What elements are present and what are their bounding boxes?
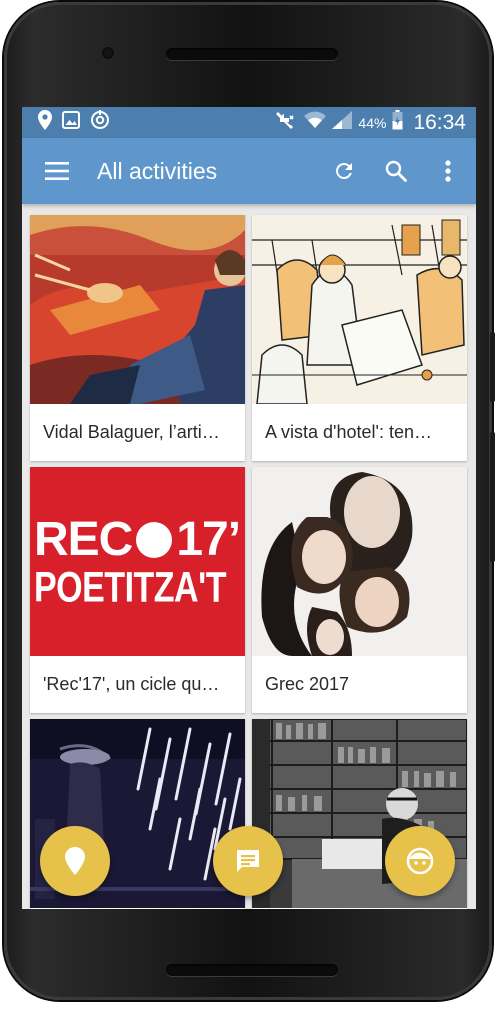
activity-title-area — [252, 908, 467, 909]
earpiece-speaker — [166, 48, 338, 60]
activity-title-area: 'Rec'17', un cicle qu… — [30, 656, 245, 713]
menu-icon — [45, 162, 69, 180]
activity-image: REC 17’ POETITZA'T — [30, 467, 245, 656]
sync-icon — [90, 110, 110, 135]
activity-image — [252, 467, 467, 656]
chat-icon — [237, 850, 259, 872]
search-button[interactable] — [374, 149, 418, 193]
activities-grid: Vidal Balaguer, l’arti… A vista d'hotel'… — [22, 204, 476, 909]
location-icon — [38, 110, 52, 135]
activity-title: A vista d'hotel': ten… — [265, 422, 432, 442]
screen: 44% 16:34 All activities Vidal Balaguer,… — [22, 107, 476, 909]
battery-percent: 44% — [358, 114, 387, 131]
power-button — [490, 332, 495, 402]
activity-title-area: Grec 2017 — [252, 656, 467, 713]
search-icon — [385, 160, 407, 182]
rec-year: 17’ — [176, 513, 241, 566]
bottom-speaker — [166, 964, 338, 976]
rec-text: REC — [34, 513, 133, 566]
rec-subtitle: POETITZA'T — [34, 563, 226, 612]
wifi-icon — [304, 111, 327, 134]
page-title: All activities — [97, 157, 218, 184]
activity-title: Vidal Balaguer, l’arti… — [43, 422, 220, 442]
status-bar: 44% 16:34 — [22, 107, 476, 138]
face-icon — [406, 847, 434, 875]
more-vert-icon — [445, 160, 451, 182]
activity-title-area — [30, 908, 245, 909]
activity-image — [30, 215, 245, 404]
front-camera — [102, 47, 114, 59]
refresh-button[interactable] — [322, 149, 366, 193]
activity-card[interactable]: Vidal Balaguer, l’arti… — [30, 215, 245, 461]
activity-image — [252, 215, 467, 404]
profile-button[interactable] — [385, 826, 455, 896]
activity-title-area: A vista d'hotel': ten… — [252, 404, 467, 461]
menu-button[interactable] — [39, 153, 75, 189]
volume-button — [490, 432, 495, 562]
activity-title: Grec 2017 — [265, 674, 350, 694]
activity-card[interactable]: Grec 2017 — [252, 467, 467, 713]
rec-dot — [136, 522, 173, 558]
activity-card[interactable]: REC 17’ POETITZA'T 'Rec'17', un cicle qu… — [30, 467, 245, 713]
mute-icon — [274, 111, 298, 134]
signal-icon — [332, 111, 353, 134]
refresh-icon — [336, 162, 352, 179]
activity-title: 'Rec'17', un cicle qu… — [43, 674, 220, 694]
battery-icon — [392, 110, 403, 135]
overflow-menu-button[interactable] — [426, 149, 470, 193]
rec-logo: REC 17’ POETITZA'T — [30, 515, 245, 615]
activity-card[interactable]: A vista d'hotel': ten… — [252, 215, 467, 461]
clock: 16:34 — [413, 110, 466, 134]
activity-title-area: Vidal Balaguer, l’arti… — [30, 404, 245, 461]
map-button[interactable] — [40, 826, 110, 896]
app-bar: All activities — [22, 138, 476, 204]
map-marker-icon — [65, 847, 85, 875]
chat-button[interactable] — [213, 826, 283, 896]
image-icon — [62, 111, 80, 134]
